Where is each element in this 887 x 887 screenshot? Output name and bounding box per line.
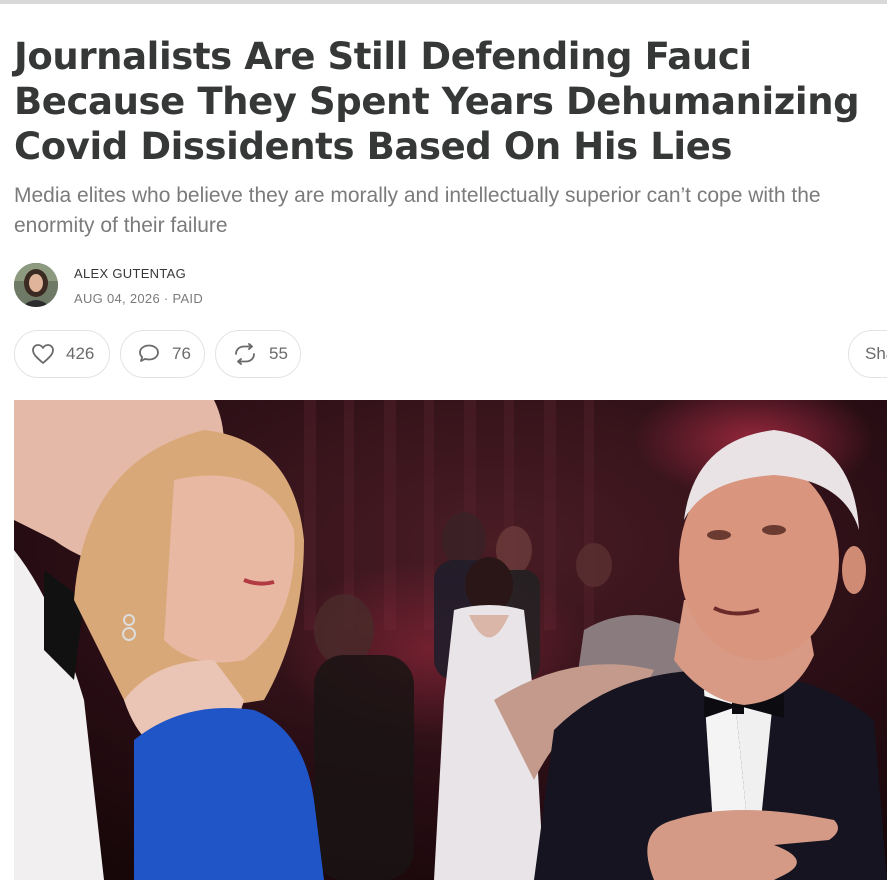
restack-count: 55 — [269, 344, 288, 363]
share-label: Sha — [865, 344, 887, 363]
heart-icon — [31, 343, 55, 365]
comment-count: 76 — [172, 344, 191, 363]
author-avatar[interactable] — [14, 263, 58, 307]
author-name[interactable]: ALEX GUTENTAG — [74, 266, 186, 281]
top-border — [0, 0, 887, 4]
comment-button[interactable]: 76 — [120, 330, 205, 378]
post-meta: AUG 04, 2026 · PAID — [74, 291, 204, 306]
restack-button[interactable]: 55 — [215, 330, 301, 378]
hero-image — [14, 400, 887, 880]
post-subtitle-line-1: Media elites who believe they are morall… — [14, 184, 821, 207]
like-button[interactable]: 426 — [14, 330, 110, 378]
share-button[interactable]: Sha — [848, 330, 887, 378]
restack-icon — [232, 343, 258, 365]
post-subtitle-line-2: enormity of their failure — [14, 214, 228, 237]
like-count: 426 — [66, 344, 95, 363]
comment-bubble-icon — [137, 343, 161, 365]
post-subtitle: Media elites who believe they are morall… — [14, 181, 887, 241]
post-title: Journalists Are Still Defending Fauci Be… — [14, 35, 860, 168]
